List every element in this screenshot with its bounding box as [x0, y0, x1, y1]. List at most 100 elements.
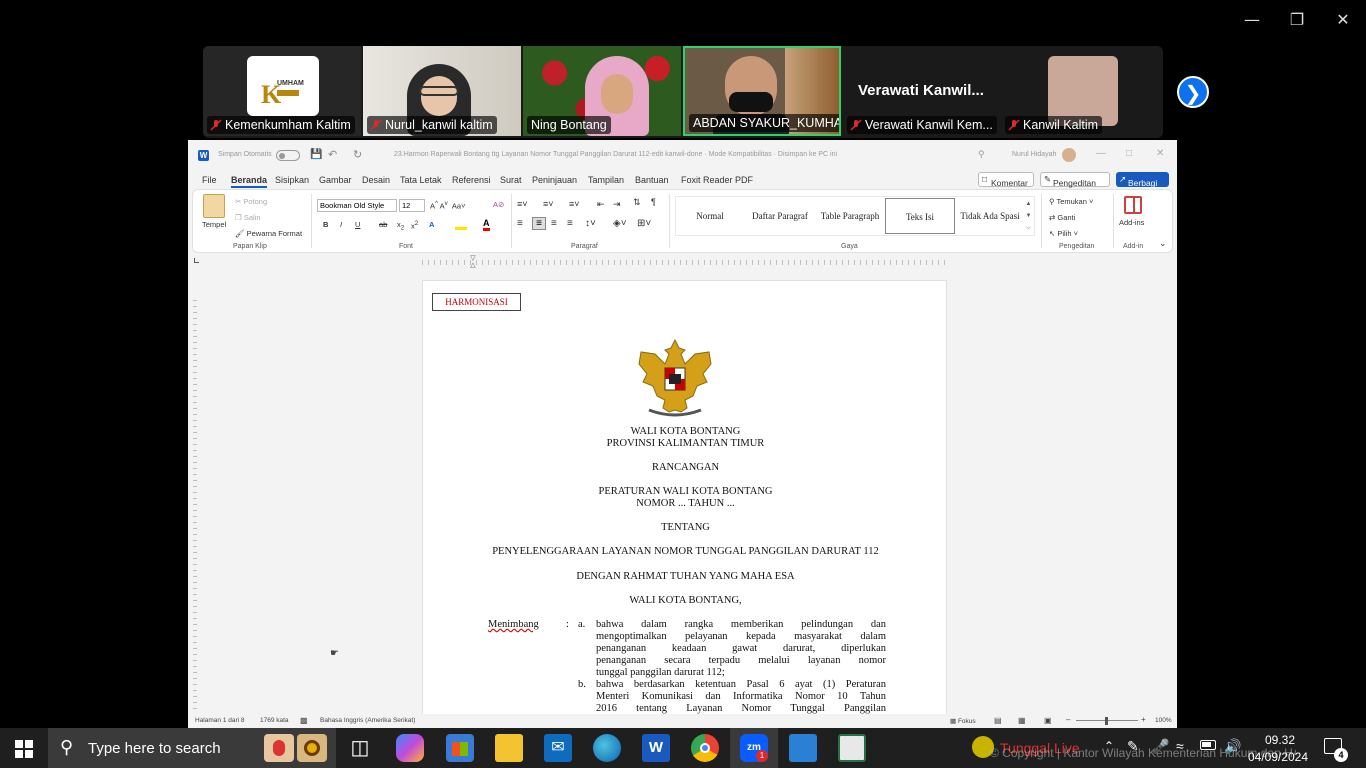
komentar-button[interactable]: □ Komentar	[978, 172, 1034, 188]
copy-button[interactable]: ❐ Salin	[235, 213, 261, 222]
word-taskbar-icon[interactable]: W	[642, 734, 670, 762]
numbering-button[interactable]: ≡˅	[543, 199, 554, 209]
bold-button[interactable]: B	[323, 220, 328, 229]
zoom-slider-thumb[interactable]	[1105, 717, 1108, 725]
subscript-button[interactable]: x2	[397, 220, 404, 232]
tab-desain[interactable]: Desain	[362, 175, 390, 185]
pen-icon[interactable]: ✎	[1127, 738, 1139, 755]
line-spacing-button[interactable]: ↕˅	[585, 218, 596, 229]
tab-sisipkan[interactable]: Sisipkan	[275, 175, 309, 185]
highlight-icon[interactable]	[455, 220, 467, 230]
underline-button[interactable]: U	[355, 220, 360, 229]
mail-icon[interactable]: ✉	[544, 734, 572, 762]
taskbar-search[interactable]: ⚲ Type here to search	[48, 728, 336, 768]
paste-button[interactable]: Tempel	[202, 220, 226, 229]
word-restore-icon[interactable]: □	[1126, 148, 1132, 159]
font-size-select[interactable]: 12	[399, 199, 425, 212]
web-layout-icon[interactable]: ▣	[1044, 716, 1052, 725]
save-icon[interactable]: 💾	[310, 149, 322, 160]
word-minimize-icon[interactable]: —	[1096, 148, 1106, 159]
tab-surat[interactable]: Surat	[500, 175, 522, 185]
mic-icon[interactable]: 🎤	[1152, 738, 1169, 755]
battery-icon[interactable]	[1200, 740, 1216, 750]
style-daftar-paragraf[interactable]: Daftar Paragraf	[745, 198, 815, 234]
copilot-icon[interactable]	[396, 734, 424, 762]
align-center-button[interactable]: ≡	[532, 217, 546, 230]
next-page-button[interactable]: ❯	[1177, 76, 1209, 108]
windows-start-icon[interactable]	[15, 740, 33, 758]
styles-scroll[interactable]: ▲ ▼ ⌵	[1024, 198, 1033, 234]
horizontal-ruler[interactable]: ▽ △	[188, 255, 1177, 269]
app-window-icon[interactable]	[789, 734, 817, 762]
microsoft-store-icon[interactable]	[446, 734, 474, 762]
language-status[interactable]: Bahasa Inggris (Amerika Serikat)	[320, 717, 415, 724]
berbagi-button[interactable]: ↗ Berbagi	[1116, 172, 1169, 188]
autosave-toggle[interactable]	[276, 150, 300, 161]
style-teks-isi[interactable]: Teks Isi	[885, 198, 955, 234]
cut-button[interactable]: ✂ Potong	[235, 197, 267, 206]
replace-button[interactable]: ⇄ Ganti	[1049, 213, 1075, 222]
style-table-paragraph[interactable]: Table Paragraph	[815, 198, 885, 234]
add-ins-button[interactable]: Add-ins	[1119, 218, 1144, 227]
print-layout-icon[interactable]: ▦	[1018, 716, 1026, 725]
edge-icon[interactable]	[593, 734, 621, 762]
align-right-button[interactable]: ≡	[551, 218, 557, 229]
align-left-button[interactable]: ≡	[517, 218, 523, 229]
select-button[interactable]: ↖ Pilih ˅	[1049, 229, 1078, 238]
shading-button[interactable]: ◈˅	[613, 218, 627, 229]
redo-icon[interactable]: ↻	[353, 148, 362, 161]
font-size-buttons[interactable]: A^ Av Aa˅	[430, 200, 466, 211]
tab-foxit[interactable]: Foxit Reader PDF	[681, 175, 753, 185]
tab-tata-letak[interactable]: Tata Letak	[400, 175, 442, 185]
participant-tile[interactable]: Ning Bontang	[523, 46, 681, 136]
read-mode-icon[interactable]: ▤	[994, 716, 1002, 725]
search-icon[interactable]: ⚲	[978, 149, 985, 160]
app-document-icon[interactable]	[838, 734, 866, 762]
vertical-ruler[interactable]	[188, 280, 202, 715]
chrome-icon[interactable]	[691, 734, 719, 762]
clock-time[interactable]: 09.32	[1250, 733, 1310, 747]
italic-button[interactable]: I	[340, 220, 342, 229]
undo-icon[interactable]: ↶	[328, 148, 337, 161]
task-view-icon[interactable]: ◫	[346, 734, 374, 762]
tray-chevron-icon[interactable]: ⌃	[1104, 739, 1114, 753]
page-count[interactable]: Halaman 1 dari 8	[195, 717, 245, 724]
pengeditan-mode-button[interactable]: ✎ Pengeditan	[1040, 172, 1110, 188]
multilevel-list-button[interactable]: ≡˅	[569, 199, 580, 209]
participant-tile[interactable]: K UMHAM Kemenkumham Kaltim	[203, 46, 361, 136]
borders-button[interactable]: ⊞˅	[637, 218, 651, 229]
word-close-icon[interactable]: ✕	[1156, 148, 1164, 159]
word-count[interactable]: 1769 kata	[260, 717, 289, 724]
sort-button[interactable]: ⇅	[633, 197, 641, 208]
tab-bantuan[interactable]: Bantuan	[635, 175, 669, 185]
font-name-select[interactable]: Bookman Old Style	[317, 199, 397, 212]
focus-button[interactable]: ▩ Fokus	[950, 717, 976, 725]
user-avatar[interactable]	[1062, 148, 1076, 162]
restore-icon[interactable]: ❐	[1282, 8, 1312, 32]
participant-tile-active[interactable]: ABDAN SYAKUR_KUMHA...	[683, 46, 841, 136]
tab-referensi[interactable]: Referensi	[452, 175, 491, 185]
tab-beranda[interactable]: Beranda	[231, 175, 268, 188]
text-effects-button[interactable]: A	[429, 220, 434, 229]
tab-file[interactable]: File	[202, 175, 217, 185]
decrease-indent-button[interactable]: ⇤	[597, 199, 605, 210]
clear-format-icon[interactable]: A⊘	[493, 200, 504, 209]
bullets-button[interactable]: ≡˅	[517, 199, 528, 209]
participant-tile[interactable]: Verawati Kanwil... Verawati Kanwil Kem..…	[843, 46, 1163, 136]
clock-date[interactable]: 04/09/2024	[1246, 750, 1310, 764]
style-tidak-ada-spasi[interactable]: Tidak Ada Spasi	[955, 198, 1025, 234]
find-button[interactable]: ⚲ Temukan ˅	[1049, 197, 1093, 206]
superscript-button[interactable]: x2	[411, 220, 418, 231]
proofing-icon[interactable]: ▩	[300, 716, 308, 725]
strikethrough-button[interactable]: ab	[379, 220, 387, 229]
tab-tampilan[interactable]: Tampilan	[588, 175, 624, 185]
increase-indent-button[interactable]: ⇥	[613, 199, 621, 210]
pilcrow-button[interactable]: ¶	[651, 197, 656, 207]
wifi-icon[interactable]: ≈	[1176, 738, 1184, 754]
paste-icon[interactable]	[203, 194, 225, 218]
close-icon[interactable]: ✕	[1328, 8, 1358, 32]
add-ins-icon[interactable]	[1124, 196, 1142, 214]
zoom-in-icon[interactable]: +	[1141, 715, 1146, 724]
tab-gambar[interactable]: Gambar	[319, 175, 352, 185]
font-color-icon[interactable]: A	[483, 218, 490, 231]
